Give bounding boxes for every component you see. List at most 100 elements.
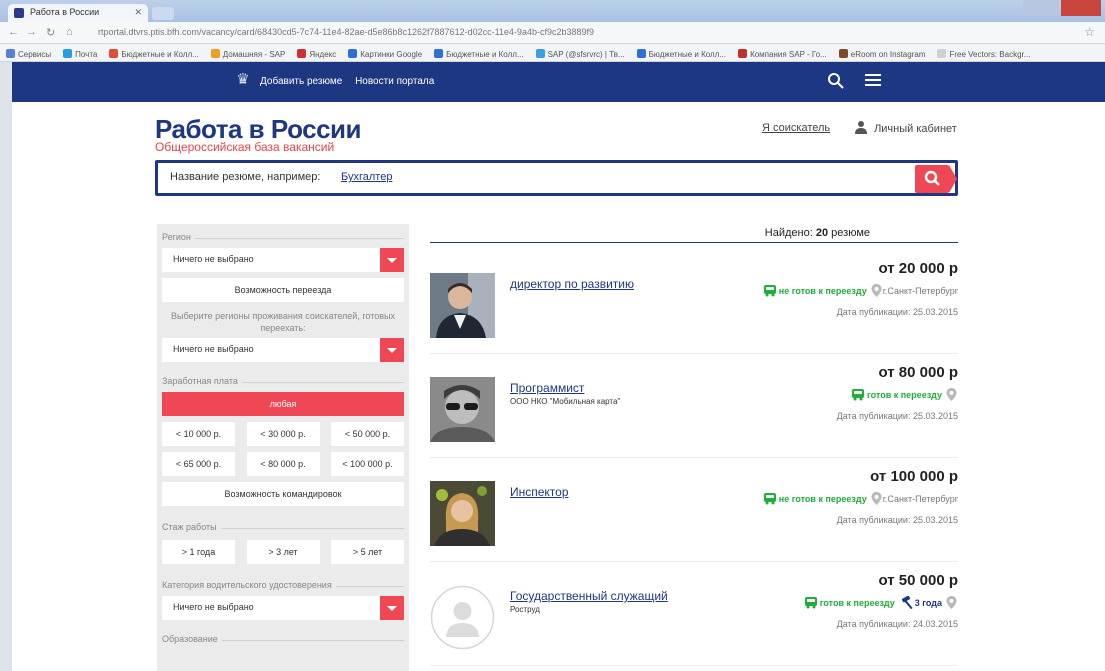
coat-of-arms-icon[interactable]: ♛ xyxy=(234,70,252,90)
menu-icon[interactable] xyxy=(865,74,881,88)
bookmark-item[interactable]: Бюджетные и Колл... xyxy=(636,49,726,59)
bookmark-item[interactable]: SAP (@sfsrvrc) | Тв... xyxy=(535,49,625,59)
reload-icon[interactable]: ↻ xyxy=(46,26,55,39)
personal-cabinet-link[interactable]: Личный кабинет xyxy=(854,120,957,135)
chevron-down-icon xyxy=(380,248,404,272)
resume-title-link[interactable]: Программист xyxy=(510,381,584,395)
forward-icon[interactable]: → xyxy=(26,26,37,38)
seeker-link[interactable]: Я соискатель xyxy=(762,122,830,134)
window-controls xyxy=(1021,0,1101,16)
bookmark-icon xyxy=(535,49,545,58)
city-label: г.Санкт-Петербург xyxy=(882,494,958,504)
search-button[interactable] xyxy=(915,165,957,193)
relocation-status: не готов к переезду xyxy=(778,494,867,504)
home-icon[interactable]: ⌂ xyxy=(66,26,73,38)
salary-value: от 80 000 р xyxy=(878,364,958,381)
resume-title-link[interactable]: Инспектор xyxy=(510,485,569,499)
user-icon xyxy=(855,121,867,134)
site-favicon-icon xyxy=(14,8,24,18)
search-example-link[interactable]: Бухгалтер xyxy=(341,171,392,183)
business-trips-button[interactable]: Возможность командировок xyxy=(162,482,404,506)
close-tab-icon[interactable]: ✕ xyxy=(134,7,142,18)
salary-value: от 20 000 р xyxy=(878,260,958,277)
organization-label: Роструд xyxy=(510,605,540,614)
publication-date: Дата публикации: 25.03.2015 xyxy=(836,307,958,317)
bookmark-item[interactable]: Компания SAP - Го... xyxy=(738,49,827,59)
salary-option-button[interactable]: < 10 000 р. xyxy=(162,422,235,446)
bookmark-item[interactable]: Бюджетные и Колл... xyxy=(109,49,199,59)
salary-value: от 100 000 р xyxy=(870,468,958,485)
experience-option-button[interactable]: > 5 лет xyxy=(331,540,404,564)
bookmark-item[interactable]: Домашняя - SAP xyxy=(210,49,285,59)
nav-portal-news[interactable]: Новости портала xyxy=(355,76,434,87)
resume-card: директор по развитию от 20 000 р не гото… xyxy=(430,250,958,354)
experience-option-button[interactable]: > 1 года xyxy=(162,540,235,564)
bookmark-item[interactable]: eRoom on Instagram xyxy=(838,49,925,59)
license-select[interactable]: Ничего не выбрано xyxy=(162,596,404,620)
resume-title-link[interactable]: Государственный служащий xyxy=(510,589,668,603)
bookmarks-bar: Сервисы Почта Бюджетные и Колл... Домашняя … xyxy=(0,44,1105,62)
salary-option-button[interactable]: < 50 000 р. xyxy=(331,422,404,446)
resume-meta: не готов к переезду г.Санкт-Петербург xyxy=(763,284,958,297)
avatar-placeholder-icon[interactable] xyxy=(430,585,495,650)
chevron-down-icon xyxy=(380,596,404,620)
bookmark-icon xyxy=(6,49,15,58)
url-input[interactable]: rtportal.dtvrs.ptis.bfh.com/vacancy/card… xyxy=(92,25,1072,41)
resume-card: Государственный служащий Роструд от 50 0… xyxy=(430,562,958,666)
resume-meta: готов к переезду 3 года xyxy=(804,596,958,609)
experience-section-label: Стаж работы xyxy=(162,522,404,534)
bookmark-item[interactable]: Яндекс xyxy=(297,49,336,59)
logo-subtitle: Общероссийская база вакансий xyxy=(155,140,335,154)
bookmark-icon xyxy=(297,49,307,58)
relocation-region-select[interactable]: Ничего не выбрано xyxy=(162,338,404,362)
relocation-status: готов к переезду xyxy=(819,598,895,608)
salary-option-button[interactable]: < 65 000 р. xyxy=(162,452,235,476)
back-icon[interactable]: ← xyxy=(8,26,19,38)
search-icon[interactable] xyxy=(826,71,846,91)
experience-label: 3 года xyxy=(914,598,942,608)
location-pin-icon xyxy=(946,388,957,401)
cabinet-label: Личный кабинет xyxy=(874,123,957,135)
bookmark-icon xyxy=(636,49,646,58)
bookmark-item[interactable]: Почта xyxy=(63,49,97,59)
bookmark-item[interactable]: Free Vectors: Backgr... xyxy=(937,49,1030,59)
bookmark-item[interactable]: Картинки Google xyxy=(348,49,422,59)
candidate-photo[interactable] xyxy=(430,481,495,546)
location-pin-icon xyxy=(871,492,882,505)
resume-title-link[interactable]: директор по развитию xyxy=(510,277,634,291)
publication-date: Дата публикации: 24.03.2015 xyxy=(836,619,958,629)
chevron-down-icon xyxy=(380,338,404,362)
salary-section-label: Заработная плата xyxy=(162,376,404,388)
experience-option-button[interactable]: > 3 лет xyxy=(246,540,320,564)
nav-add-resume[interactable]: Добавить резюме xyxy=(260,76,342,87)
candidate-photo[interactable] xyxy=(430,273,495,338)
bookmark-icon xyxy=(738,49,748,58)
salary-option-button[interactable]: < 100 000 р. xyxy=(331,452,404,476)
browser-tab[interactable]: Работа в России ✕ xyxy=(8,4,148,22)
bookmark-icon xyxy=(63,49,73,58)
bookmark-icon xyxy=(348,49,358,58)
bookmark-icon xyxy=(937,49,947,58)
minimize-button[interactable] xyxy=(1023,0,1059,16)
bookmark-item[interactable]: Бюджетные и Колл... xyxy=(434,49,524,59)
resume-search-input[interactable]: Название резюме, например: Бухгалтер xyxy=(155,160,958,196)
salary-option-button[interactable]: < 80 000 р. xyxy=(246,452,320,476)
city-label: г.Санкт-Петербург xyxy=(882,286,958,296)
candidate-photo[interactable] xyxy=(430,377,495,442)
close-window-button[interactable] xyxy=(1061,0,1101,16)
address-bar: ← → ↻ ⌂ rtportal.dtvrs.ptis.bfh.com/vaca… xyxy=(0,22,1105,44)
resume-card: Инспектор от 100 000 р не готов к переез… xyxy=(430,458,958,562)
results-count-number: 20 xyxy=(815,227,829,239)
region-select[interactable]: Ничего не выбрано xyxy=(162,248,404,272)
bookmark-item[interactable]: Сервисы xyxy=(6,49,51,59)
salary-any-button[interactable]: любая xyxy=(162,392,404,416)
relocation-button[interactable]: Возможность переезда xyxy=(162,278,404,302)
filter-sidebar: Регион Ничего не выбрано Возможность пер… xyxy=(157,224,409,671)
bus-icon xyxy=(763,493,776,505)
relocation-status: готов к переезду xyxy=(867,390,942,400)
new-tab-button[interactable] xyxy=(152,7,174,20)
bus-icon xyxy=(804,597,817,609)
bookmark-star-icon[interactable]: ☆ xyxy=(1084,25,1095,39)
bookmark-icon xyxy=(109,49,119,58)
salary-option-button[interactable]: < 30 000 р. xyxy=(246,422,320,446)
